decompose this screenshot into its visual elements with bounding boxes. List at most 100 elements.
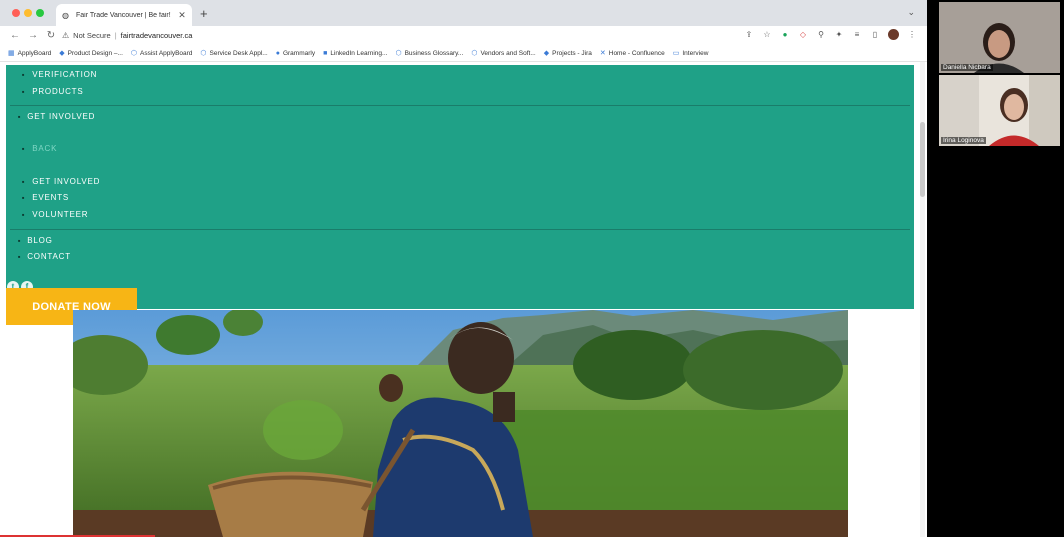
bookmark-label: ApplyBoard — [17, 49, 52, 57]
new-tab-button[interactable]: + — [200, 6, 208, 21]
confluence-icon: ✕ — [599, 50, 606, 57]
menu-item-get-involved-sub[interactable]: ■ GET INVOLVED — [22, 177, 100, 186]
share-icon[interactable]: ⇪ — [744, 30, 754, 39]
bookmark-label: Business Glossary... — [404, 49, 464, 57]
puzzle-icon[interactable]: ✦ — [834, 30, 844, 39]
bookmark-label: LinkedIn Learning... — [330, 49, 388, 57]
video-call-panel: Daniella Nicbara Irina Loginova — [935, 0, 1064, 537]
participant-tile[interactable]: Daniella Nicbara — [939, 2, 1060, 73]
link-icon: ⬡ — [200, 50, 207, 57]
security-label: Not Secure — [73, 31, 111, 40]
address-bar[interactable]: ⚠ Not Secure | fairtradevancouver.ca — [62, 28, 732, 43]
bookmark-label: Projects - Jira — [552, 49, 592, 57]
menu-item-label: BLOG — [27, 236, 53, 245]
participant-tile[interactable]: Irina Loginova — [939, 75, 1060, 146]
page-scrollbar[interactable] — [920, 62, 925, 537]
bookmark-item[interactable]: ◆ Projects - Jira — [544, 49, 592, 58]
bullet-icon: ■ — [22, 212, 26, 217]
bookmark-item[interactable]: ▭ Interview — [672, 49, 709, 58]
folder-icon: ▭ — [672, 50, 680, 57]
menu-item-label: VERIFICATION — [32, 70, 98, 79]
link-icon: ⬡ — [471, 50, 478, 57]
menu-item-volunteer[interactable]: ■ VOLUNTEER — [22, 210, 88, 219]
bookmark-item[interactable]: ■ LinkedIn Learning... — [323, 50, 387, 57]
menu-item-label: GET INVOLVED — [27, 112, 96, 121]
sidebar-icon[interactable]: ▯ — [870, 30, 880, 39]
globe-icon: ◍ — [62, 10, 69, 20]
browser-window: ◍ Fair Trade Vancouver | Be fair! ✕ + ⌄ … — [0, 0, 927, 537]
back-button[interactable]: ← — [6, 30, 24, 41]
grid-icon: ▦ — [8, 50, 15, 57]
bookmark-item[interactable]: ✕ Home - Confluence — [599, 49, 665, 58]
tab-strip: ◍ Fair Trade Vancouver | Be fair! ✕ + ⌄ — [0, 0, 927, 26]
tab-active[interactable]: ◍ Fair Trade Vancouver | Be fair! ✕ — [56, 4, 192, 26]
toolbar-actions: ⇪ ☆ ● ◇ ⚲ ✦ ≡ ▯ ⋮ — [744, 29, 917, 40]
menu-item-events[interactable]: ■ EVENTS — [22, 193, 69, 202]
menu-item-back[interactable]: ■ BACK — [22, 144, 57, 153]
reload-button[interactable]: ↻ — [42, 30, 60, 41]
menu-item-products[interactable]: ■ PRODUCTS — [22, 87, 84, 96]
browser-toolbar: ← → ↻ ⚠ Not Secure | fairtradevancouver.… — [0, 26, 927, 45]
url-text: fairtradevancouver.ca — [120, 31, 193, 40]
menu-divider — [10, 229, 910, 230]
menu-item-verification[interactable]: ■ VERIFICATION — [22, 70, 97, 79]
hero-image-tea-farmer — [73, 310, 848, 537]
bookmark-item[interactable]: ⬡ Vendors and Soft... — [471, 49, 536, 58]
web-page: ■ VERIFICATION ■ PRODUCTS ■ GET INVOLVED… — [0, 62, 927, 537]
star-icon[interactable]: ☆ — [762, 30, 772, 39]
grammarly-icon: ● — [275, 49, 280, 57]
menu-divider — [10, 105, 910, 106]
menu-item-label: CONTACT — [27, 252, 71, 261]
profile-avatar[interactable] — [888, 29, 899, 40]
minimize-window-button[interactable] — [24, 9, 32, 17]
scrollbar-thumb[interactable] — [920, 122, 925, 197]
bookmark-item[interactable]: ⬡ Assist ApplyBoard — [130, 49, 193, 58]
tab-close-icon[interactable]: ✕ — [177, 10, 187, 21]
bookmark-item[interactable]: ◆ Product Design –... — [59, 49, 123, 58]
tab-title: Fair Trade Vancouver | Be fair! — [76, 11, 171, 19]
bullet-icon: ■ — [22, 146, 26, 151]
bullet-icon: ■ — [22, 72, 26, 77]
participant-name: Daniella Nicbara — [941, 64, 993, 71]
bullet-icon: ■ — [18, 254, 22, 259]
link-icon: ⬡ — [130, 50, 138, 57]
menu-item-label: BACK — [32, 144, 58, 153]
tab-search-chevron-icon[interactable]: ⌄ — [907, 7, 915, 18]
more-menu-icon[interactable]: ⋮ — [907, 30, 917, 39]
warning-icon: ⚠ — [62, 31, 70, 40]
bookmark-label: Product Design –... — [67, 49, 123, 57]
menu-item-blog[interactable]: ■ BLOG — [18, 236, 53, 245]
expanded-nav-menu: ■ VERIFICATION ■ PRODUCTS ■ GET INVOLVED… — [6, 65, 914, 309]
forward-button[interactable]: → — [24, 30, 42, 41]
linkedin-icon: ■ — [323, 49, 328, 57]
link-icon: ⬡ — [395, 50, 402, 57]
menu-item-label: EVENTS — [32, 193, 70, 202]
maximize-window-button[interactable] — [36, 9, 44, 17]
bookmark-item[interactable]: ⬡ Business Glossary... — [395, 49, 464, 58]
address-separator: | — [114, 31, 117, 40]
bullet-icon: ■ — [22, 179, 26, 184]
menu-item-label: VOLUNTEER — [32, 210, 89, 219]
reading-list-icon[interactable]: ≡ — [852, 30, 862, 39]
bookmark-label: Grammarly — [282, 49, 316, 57]
figma-icon: ◆ — [59, 50, 65, 57]
menu-item-get-involved[interactable]: ■ GET INVOLVED — [18, 112, 95, 121]
participant-name: Irina Loginova — [941, 137, 986, 144]
bullet-icon: ■ — [18, 114, 22, 119]
bookmark-label: Vendors and Soft... — [480, 49, 536, 57]
extension-search-icon[interactable]: ⚲ — [816, 30, 826, 39]
menu-item-contact[interactable]: ■ CONTACT — [18, 252, 71, 261]
extension-code-icon[interactable]: ◇ — [798, 30, 808, 39]
participant-video — [939, 2, 1060, 73]
bookmark-item[interactable]: ● Grammarly — [276, 50, 315, 57]
bookmark-item[interactable]: ⬡ Service Desk Appl... — [200, 49, 267, 58]
bullet-icon: ■ — [18, 238, 22, 243]
extension-green-icon[interactable]: ● — [780, 30, 790, 39]
close-window-button[interactable] — [12, 9, 20, 17]
bookmark-label: Interview — [682, 49, 709, 57]
bookmark-item[interactable]: ▦ ApplyBoard — [8, 49, 52, 58]
bookmark-label: Assist ApplyBoard — [140, 49, 193, 57]
participant-video — [939, 75, 1060, 146]
menu-item-label: GET INVOLVED — [32, 177, 101, 186]
bookmarks-bar: ▦ ApplyBoard ◆ Product Design –... ⬡ Assist A… — [0, 45, 927, 62]
